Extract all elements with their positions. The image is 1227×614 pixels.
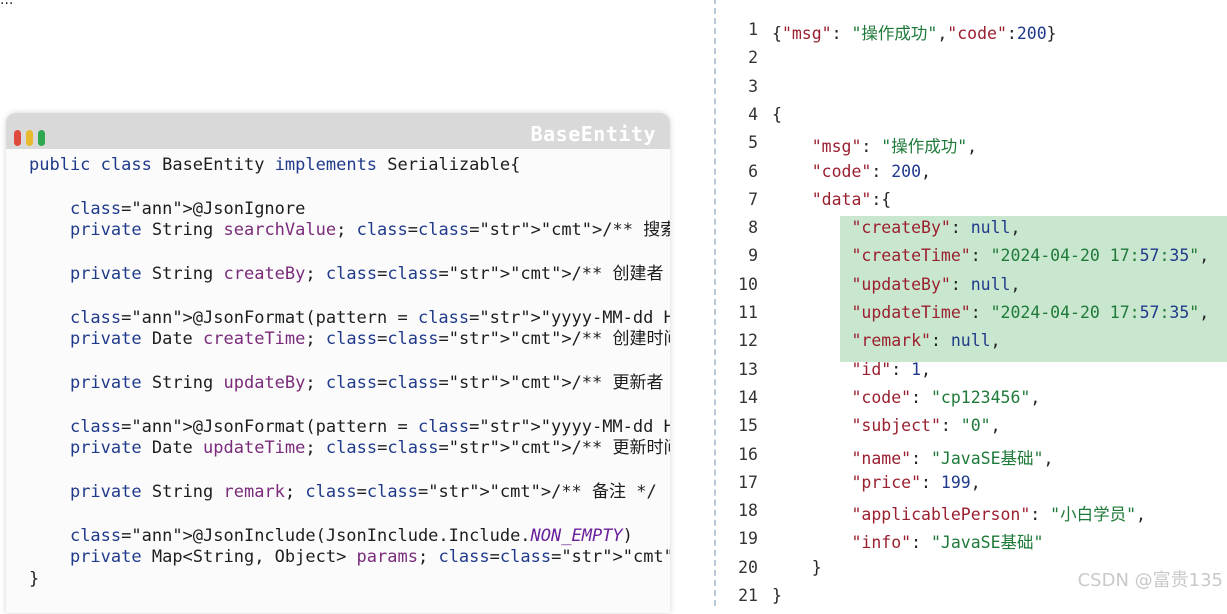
json-text: "subject": "0", <box>851 416 1001 436</box>
code-line: private Map<String, Object> params; clas… <box>69 547 670 568</box>
json-text: } <box>772 586 782 605</box>
json-text: "msg": "操作成功", <box>811 137 978 157</box>
line-number: 7 <box>748 189 758 209</box>
code-line: public class BaseEntity implements Seria… <box>29 155 521 175</box>
line-number: 18 <box>738 501 758 521</box>
card-title: BaseEntity <box>530 122 656 146</box>
json-text: {"msg": "操作成功","code":200} <box>772 24 1057 43</box>
json-text: "code": 200, <box>811 161 931 181</box>
line-number: 21 <box>738 586 758 605</box>
line-number: 13 <box>738 359 758 379</box>
line-number: 12 <box>738 331 758 351</box>
json-text: "code": "cp123456", <box>851 387 1041 407</box>
json-text: "data":{ <box>811 189 892 209</box>
line-number: 3 <box>748 76 758 96</box>
line-number: 8 <box>748 218 758 238</box>
code-line: private String remark; class=class="str"… <box>69 481 657 502</box>
line-number: 4 <box>748 104 758 124</box>
window-close-dot-icon[interactable] <box>14 130 21 146</box>
line-number: 19 <box>738 529 758 549</box>
json-text: "updateBy": null, <box>851 274 1021 294</box>
line-number: 14 <box>738 387 758 407</box>
line-number: 10 <box>738 274 758 294</box>
code-line: private String createBy; class=class="st… <box>69 263 670 284</box>
line-number: 15 <box>738 416 758 436</box>
line-number: 1 <box>748 20 758 39</box>
json-text <box>772 48 782 67</box>
json-panel: 1 {"msg": "操作成功","code":200} 2 3 4 {5 "msg"… <box>714 0 1227 606</box>
corner-text: ... <box>0 0 14 8</box>
code-line: class="ann">@JsonFormat(pattern = class=… <box>69 307 670 328</box>
code-line: private Date updateTime; class=class="st… <box>69 438 670 459</box>
line-number: 16 <box>738 444 758 464</box>
code-line: class="ann">@JsonFormat(pattern = class=… <box>69 416 670 437</box>
json-text: "createBy": null, <box>851 218 1021 238</box>
json-text: "updateTime": "2024-04-20 17:57:35", <box>851 303 1210 322</box>
line-number: 2 <box>748 48 758 68</box>
json-text: } <box>772 557 822 577</box>
line-number: 11 <box>738 303 758 322</box>
line-number: 6 <box>748 161 758 181</box>
code-line: } <box>29 569 40 590</box>
line-number: 17 <box>738 472 758 492</box>
json-text: "name": "JavaSE基础", <box>851 448 1054 468</box>
code-line: class="ann">@JsonIgnore <box>69 198 306 219</box>
watermark: CSDN @富贵135 <box>1077 570 1223 591</box>
json-text: "createTime": "2024-04-20 17:57:35", <box>851 246 1210 266</box>
card-header: BaseEntity <box>6 113 670 149</box>
window-maximize-dot-icon[interactable] <box>38 130 45 146</box>
line-number: 9 <box>748 246 758 266</box>
code-line: private String updateBy; class=class="st… <box>69 372 670 393</box>
json-text: "applicablePerson": "小白学员", <box>851 505 1146 525</box>
code-line: private Date createTime; class=class="st… <box>69 329 670 350</box>
line-number: 5 <box>748 133 758 153</box>
json-text: { <box>772 104 782 124</box>
code-line: class="ann">@JsonInclude(JsonInclude.Inc… <box>69 525 633 546</box>
json-text: "id": 1, <box>851 359 931 379</box>
line-number: 20 <box>738 557 758 577</box>
json-text: "remark": null, <box>851 331 1001 351</box>
json-text: "info": "JavaSE基础" <box>851 533 1044 553</box>
window-minimize-dot-icon[interactable] <box>26 130 33 146</box>
java-code-block: public class BaseEntity implements Seria… <box>29 155 670 591</box>
code-line: private String searchValue; class=class=… <box>69 220 670 241</box>
code-card: BaseEntity public class BaseEntity imple… <box>6 113 670 613</box>
json-text: "price": 199, <box>851 472 981 492</box>
json-text <box>772 77 782 96</box>
